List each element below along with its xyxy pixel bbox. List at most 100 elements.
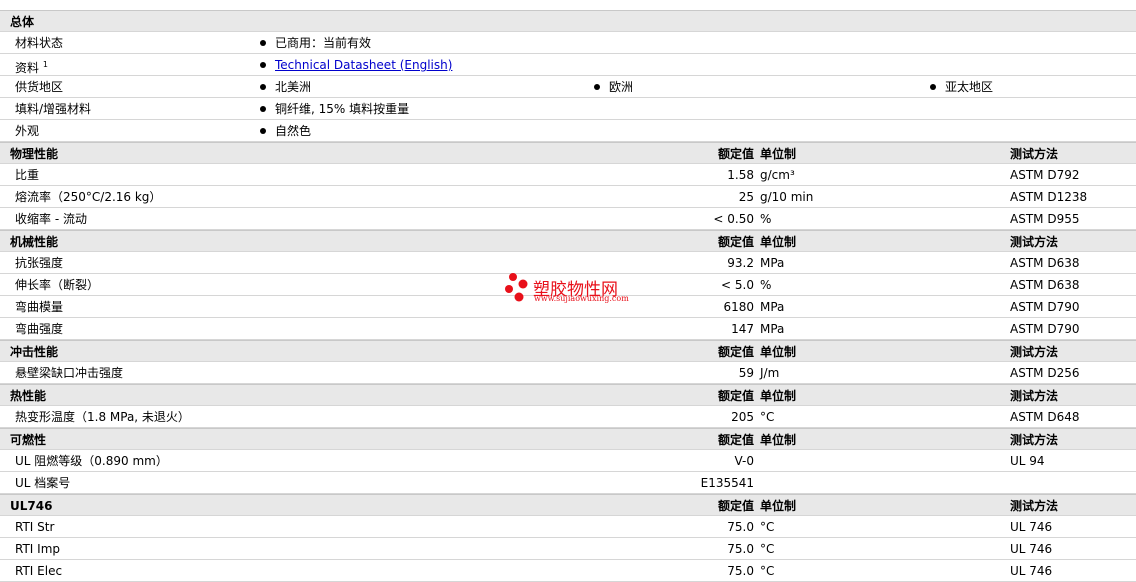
bullet-icon [260, 61, 266, 68]
property-row: 收缩率 - 流动 < 0.50% ASTM D955 [0, 208, 1136, 230]
row-appearance: 外观 自然色 [0, 120, 1136, 142]
property-test-method: ASTM D792 [1010, 168, 1080, 182]
property-label: 热变形温度（1.8 MPa, 未退火） [15, 410, 190, 424]
property-value: 75.0 [727, 520, 754, 534]
property-unit: MPa [760, 322, 785, 336]
bullet-icon [594, 83, 600, 90]
header-unit: 单位制 [760, 235, 797, 249]
section-title: 总体 [10, 15, 35, 29]
header-unit: 单位制 [760, 433, 797, 447]
section-header-impact: 冲击性能 额定值 单位制 测试方法 [0, 340, 1136, 362]
property-label: UL 阻燃等级（0.890 mm） [15, 454, 168, 468]
property-value: E135541 [700, 476, 754, 490]
property-value: V-0 [734, 454, 754, 468]
property-value: 75.0 [727, 564, 754, 578]
datasheet-link[interactable]: Technical Datasheet (English) [275, 58, 452, 72]
property-row: 弯曲模量 6180 MPa ASTM D790 [0, 296, 1136, 318]
section-header-ul746: UL746 额定值 单位制 测试方法 [0, 494, 1136, 516]
header-rated-value: 额定值 [717, 147, 754, 161]
header-unit: 单位制 [760, 147, 797, 161]
section-title: UL746 [10, 499, 53, 513]
header-rated-value: 额定值 [717, 235, 754, 249]
property-label: 弯曲强度 [15, 322, 64, 336]
top-strip [0, 0, 1136, 10]
property-value: 6180 [723, 300, 754, 314]
property-row: 悬壁梁缺口冲击强度 59 J/m ASTM D256 [0, 362, 1136, 384]
property-row: UL 档案号 E135541 [0, 472, 1136, 494]
section-header-thermal: 热性能 额定值 单位制 测试方法 [0, 384, 1136, 406]
section-header-physical: 物理性能 额定值 单位制 测试方法 [0, 142, 1136, 164]
header-unit: 单位制 [760, 389, 797, 403]
header-rated-value: 额定值 [717, 433, 754, 447]
property-unit: MPa [760, 300, 785, 314]
property-unit: °C [760, 564, 775, 578]
header-test-method: 测试方法 [1010, 235, 1059, 249]
row-material-status: 材料状态 已商用：当前有效 [0, 32, 1136, 54]
header-rated-value: 额定值 [717, 499, 754, 513]
property-value: 205 [731, 410, 754, 424]
row-label: 供货地区 [15, 80, 64, 94]
region-item: 亚太地区 [930, 76, 993, 98]
property-row: 热变形温度（1.8 MPa, 未退火） 205 °C ASTM D648 [0, 406, 1136, 428]
header-test-method: 测试方法 [1010, 389, 1059, 403]
section-title: 机械性能 [10, 235, 59, 249]
section-header-mechanical: 机械性能 额定值 单位制 测试方法 [0, 230, 1136, 252]
bullet-item: 铜纤维, 15% 填料按重量 [260, 98, 409, 120]
property-label: RTI Elec [15, 564, 63, 578]
row-label: 填料/增强材料 [15, 102, 92, 116]
property-sections: 物理性能 额定值 单位制 测试方法 比重 1.58 g/cm³ ASTM D792 熔流率（25… [0, 142, 1136, 582]
property-label: 弯曲模量 [15, 300, 64, 314]
property-test-method: ASTM D648 [1010, 410, 1080, 424]
header-rated-value: 额定值 [717, 389, 754, 403]
header-test-method: 测试方法 [1010, 499, 1059, 513]
property-test-method: ASTM D1238 [1010, 190, 1088, 204]
property-label: RTI Imp [15, 542, 60, 556]
property-test-method: UL 746 [1010, 520, 1053, 534]
property-label: RTI Str [15, 520, 55, 534]
property-test-method: ASTM D256 [1010, 366, 1080, 380]
property-value: 25 [738, 190, 754, 204]
bullet-icon [260, 39, 266, 46]
bullet-item: 自然色 [260, 120, 311, 142]
row-documents: 资料 1 Technical Datasheet (English) [0, 54, 1136, 76]
property-value: 75.0 [727, 542, 754, 556]
property-unit: g/cm³ [760, 168, 795, 182]
property-row: 熔流率（250°C/2.16 kg） 25 g/10 min ASTM D1238 [0, 186, 1136, 208]
property-test-method: ASTM D790 [1010, 300, 1080, 314]
property-unit: °C [760, 542, 775, 556]
footnote-marker: 1 [42, 60, 48, 69]
property-row: RTI Imp 75.0 °C UL 746 [0, 538, 1136, 560]
property-row: 比重 1.58 g/cm³ ASTM D792 [0, 164, 1136, 186]
property-test-method: ASTM D790 [1010, 322, 1080, 336]
property-label: UL 档案号 [15, 476, 71, 490]
property-unit: g/10 min [760, 190, 814, 204]
region-item: 欧洲 [594, 76, 633, 98]
property-test-method: ASTM D955 [1010, 212, 1080, 226]
property-row: UL 阻燃等级（0.890 mm） V-0 UL 94 [0, 450, 1136, 472]
bullet-icon [260, 127, 266, 134]
section-header-flammability: 可燃性 额定值 单位制 测试方法 [0, 428, 1136, 450]
row-label: 材料状态 [15, 36, 64, 50]
row-filler: 填料/增强材料 铜纤维, 15% 填料按重量 [0, 98, 1136, 120]
property-row: 弯曲强度 147 MPa ASTM D790 [0, 318, 1136, 340]
property-test-method: ASTM D638 [1010, 278, 1080, 292]
property-value: < 5.0 [721, 278, 754, 292]
header-test-method: 测试方法 [1010, 147, 1059, 161]
region-item: 北美洲 [260, 76, 311, 98]
row-supply-regions: 供货地区 北美洲 欧洲 亚太地区 [0, 76, 1136, 98]
header-rated-value: 额定值 [717, 345, 754, 359]
bullet-item: Technical Datasheet (English) [260, 54, 452, 76]
property-test-method: ASTM D638 [1010, 256, 1080, 270]
bullet-icon [260, 105, 266, 112]
section-header-general: 总体 [0, 10, 1136, 32]
section-title: 可燃性 [10, 433, 47, 447]
property-label: 悬壁梁缺口冲击强度 [15, 366, 124, 380]
property-label: 收缩率 - 流动 [15, 212, 87, 226]
header-unit: 单位制 [760, 345, 797, 359]
property-unit: % [760, 212, 772, 226]
property-label: 抗张强度 [15, 256, 64, 270]
property-row: RTI Elec 75.0 °C UL 746 [0, 560, 1136, 582]
property-value: 1.58 [727, 168, 754, 182]
bullet-icon [260, 83, 266, 90]
property-row: 抗张强度 93.2 MPa ASTM D638 [0, 252, 1136, 274]
